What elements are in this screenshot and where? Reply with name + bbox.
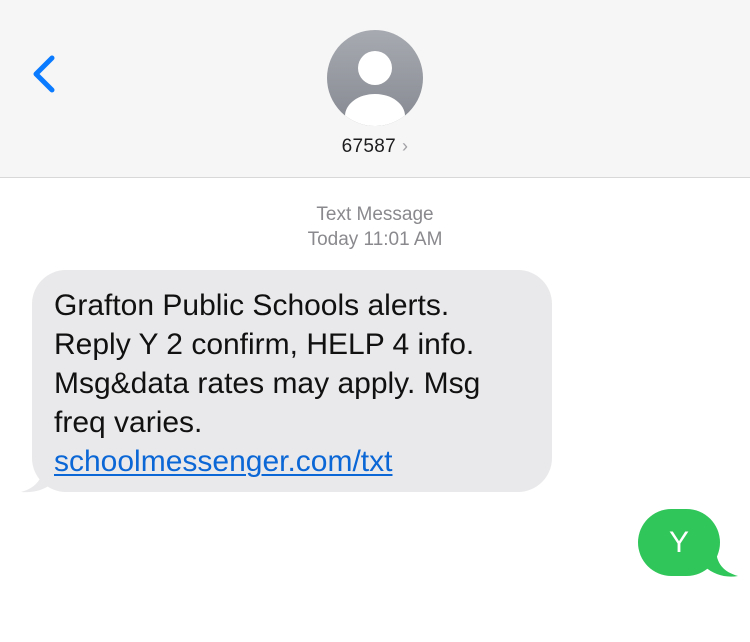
contact-number: 67587: [341, 136, 397, 157]
message-link[interactable]: schoolmessenger.com/txt: [54, 442, 544, 481]
message-timestamp: Today 11:01 AM: [307, 229, 443, 250]
message-line: Msg&data rates may apply. Msg: [54, 367, 481, 400]
message-line: freq varies.: [54, 406, 203, 439]
back-button[interactable]: [28, 50, 64, 98]
chevron-right-icon: ›: [402, 136, 409, 156]
outgoing-message-bubble[interactable]: Y: [638, 509, 720, 576]
contact-avatar[interactable]: [327, 30, 423, 126]
outgoing-message-text: Y: [668, 526, 689, 559]
incoming-message-text: Grafton Public Schools alerts. Reply Y 2…: [54, 286, 544, 481]
conversation-header: 67587 ›: [0, 0, 750, 178]
person-icon: [345, 51, 405, 126]
service-label: Text Message: [316, 204, 434, 225]
message-line: Grafton Public Schools alerts.: [54, 289, 450, 322]
incoming-message-bubble[interactable]: Grafton Public Schools alerts. Reply Y 2…: [32, 270, 552, 492]
chevron-left-icon: [33, 55, 55, 93]
message-line: Reply Y 2 confirm, HELP 4 info.: [54, 328, 475, 361]
contact-name-button[interactable]: 67587 ›: [0, 136, 750, 158]
